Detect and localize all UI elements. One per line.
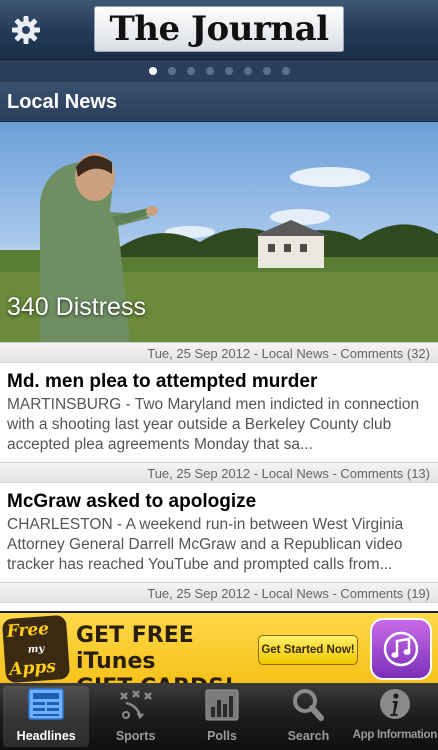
page-dot[interactable] xyxy=(262,67,271,75)
music-note-icon xyxy=(370,618,432,680)
page-dot[interactable] xyxy=(167,67,176,75)
ad-logo: Free my Apps xyxy=(1,614,71,684)
tab-label: App Information xyxy=(352,729,438,741)
story-headline: McGraw asked to apologize xyxy=(7,491,257,512)
tab-app-information[interactable]: App Information xyxy=(352,683,438,750)
story-list: Tue, 25 Sep 2012 - Local News - Comments… xyxy=(0,342,438,603)
magnifier-icon xyxy=(293,689,325,721)
ad-headline-line: GET FREE iTunes xyxy=(76,623,194,674)
page-dot[interactable] xyxy=(205,67,214,75)
section-title: Local News xyxy=(0,82,438,122)
story-summary: MARTINSBURG - Two Maryland men indicted … xyxy=(7,396,420,453)
ad-banner[interactable]: Free my Apps GET FREE iTunes GIFT CARDS!… xyxy=(0,611,438,700)
page-dot[interactable] xyxy=(224,67,233,75)
ad-logo-line: Apps xyxy=(8,656,57,680)
masthead-logo: The Journal xyxy=(94,6,344,52)
featured-story[interactable]: 340 Distress xyxy=(0,122,438,342)
list-item[interactable]: Md. men plea to attempted murder MARTINS… xyxy=(0,363,438,462)
page-dot[interactable] xyxy=(243,67,252,75)
app-header: The Journal xyxy=(0,0,438,60)
tab-label: Sports xyxy=(115,729,156,743)
story-meta: Tue, 25 Sep 2012 - Local News - Comments… xyxy=(0,582,438,603)
playbook-icon xyxy=(119,690,152,720)
tab-sports[interactable]: Sports xyxy=(92,683,178,750)
story-meta: Tue, 25 Sep 2012 - Local News - Comments… xyxy=(0,462,438,483)
story-headline: Md. men plea to attempted murder xyxy=(7,371,318,392)
bar-chart-icon xyxy=(205,689,239,721)
story-summary: CHARLESTON - A weekend run-in between We… xyxy=(7,516,404,573)
tab-label: Search xyxy=(287,729,330,743)
info-icon xyxy=(379,689,410,719)
page-dot[interactable] xyxy=(281,67,290,75)
featured-title: 340 Distress xyxy=(7,293,146,321)
page-indicator[interactable] xyxy=(0,60,438,82)
newspaper-icon xyxy=(28,688,64,720)
tab-label: Headlines xyxy=(16,729,76,743)
gear-icon[interactable] xyxy=(10,14,42,46)
tab-bar: Headlines Sports Polls Search App Inform… xyxy=(0,683,438,750)
ad-cta-button[interactable]: Get Started Now! xyxy=(258,635,358,665)
tab-headlines[interactable]: Headlines xyxy=(3,686,90,747)
tab-polls[interactable]: Polls xyxy=(179,683,265,750)
page-dot[interactable] xyxy=(186,67,195,75)
page-dot[interactable] xyxy=(148,67,157,75)
tab-search[interactable]: Search xyxy=(265,683,351,750)
story-meta: Tue, 25 Sep 2012 - Local News - Comments… xyxy=(0,342,438,363)
masthead-title: The Journal xyxy=(109,9,329,49)
list-item[interactable]: McGraw asked to apologize CHARLESTON - A… xyxy=(0,483,438,582)
tab-label: Polls xyxy=(207,729,237,743)
